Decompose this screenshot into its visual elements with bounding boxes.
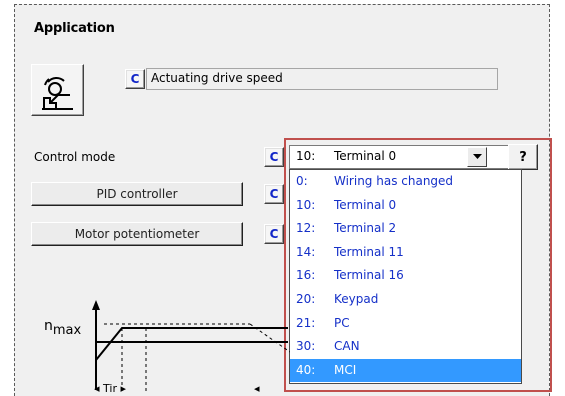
graph-nmax-label: nmax xyxy=(44,318,82,338)
application-icon-button[interactable] xyxy=(31,64,84,116)
pid-controller-button[interactable]: PID controller xyxy=(31,182,243,206)
section-title: Application xyxy=(34,21,115,36)
graph-tir-label: ◂ Tir ▸ xyxy=(94,382,126,394)
drive-speed-icon xyxy=(42,77,73,110)
control-mode-label: Control mode xyxy=(34,150,116,164)
motor-potentiometer-button[interactable]: Motor potentiometer xyxy=(31,222,243,246)
graph-ramp-line xyxy=(95,327,288,361)
application-field: Actuating drive speed xyxy=(146,68,498,90)
motor-pot-c-button[interactable]: C xyxy=(264,224,284,244)
graph-y-arrow xyxy=(92,300,100,310)
highlight-frame xyxy=(284,138,552,392)
control-mode-c-button[interactable]: C xyxy=(264,147,284,167)
ramp-graph: nmax ◂ Tir ▸ ◂ xyxy=(44,300,290,394)
application-c-button[interactable]: C xyxy=(125,69,145,89)
pid-c-button[interactable]: C xyxy=(264,184,284,204)
graph-right-arrow: ◂ xyxy=(254,382,260,394)
